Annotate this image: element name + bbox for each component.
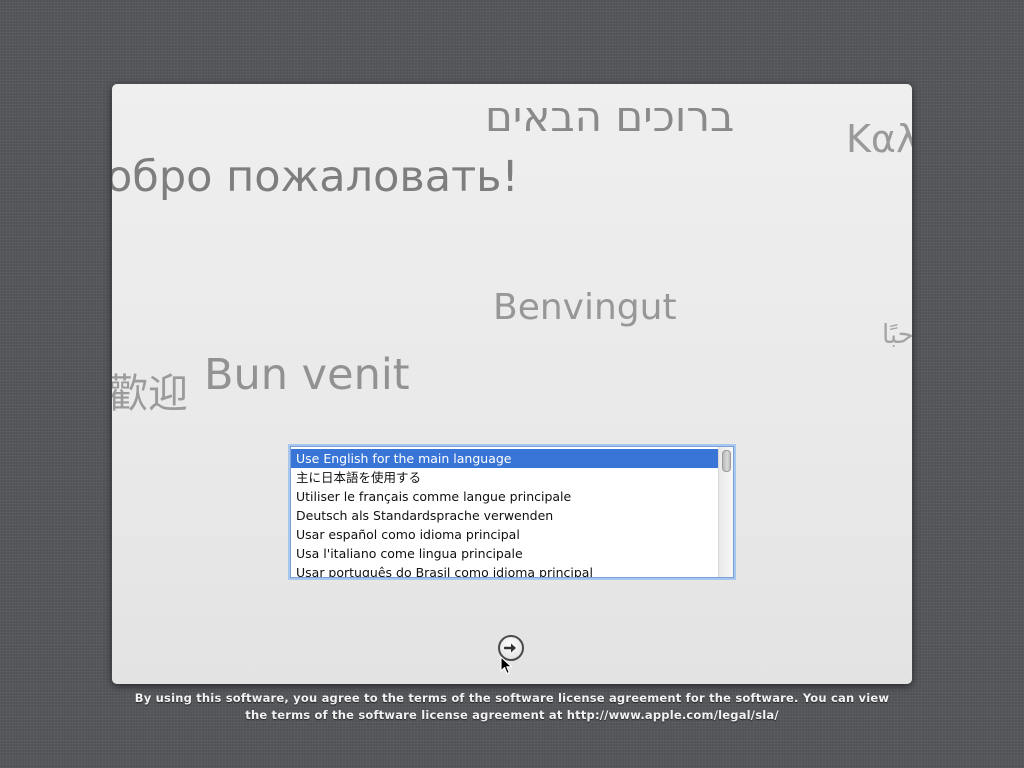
language-option-spanish[interactable]: Usar español como idioma principal bbox=[291, 525, 719, 544]
welcome-romanian: Bun venit bbox=[204, 350, 410, 400]
language-option-italian[interactable]: Usa l'italiano come lingua principale bbox=[291, 544, 719, 563]
welcome-hebrew: ברוכים הבאים bbox=[485, 92, 735, 141]
welcome-arabic: حبًا bbox=[882, 320, 912, 350]
welcome-chinese: 歡迎 bbox=[112, 371, 188, 417]
right-arrow-icon bbox=[504, 643, 516, 653]
welcome-catalan: Benvingut bbox=[493, 287, 677, 328]
scrollbar-thumb[interactable] bbox=[722, 450, 731, 472]
language-option-english[interactable]: Use English for the main language bbox=[291, 449, 719, 468]
language-list-rows: Use English for the main language 主に日本語を… bbox=[291, 449, 719, 577]
welcome-greek: Καλ bbox=[846, 117, 912, 161]
welcome-russian: обро пожаловать! bbox=[112, 152, 519, 202]
license-line-1: By using this software, you agree to the… bbox=[134, 691, 890, 705]
license-line-2: the terms of the software license agreem… bbox=[245, 708, 779, 722]
language-option-german[interactable]: Deutsch als Standardsprache verwenden bbox=[291, 506, 719, 525]
mouse-pointer-icon bbox=[500, 656, 513, 675]
language-option-japanese[interactable]: 主に日本語を使用する bbox=[291, 468, 719, 487]
language-list[interactable]: Use English for the main language 主に日本語を… bbox=[290, 446, 734, 578]
language-list-scrollbar[interactable] bbox=[718, 447, 733, 577]
language-option-portuguese-brazil[interactable]: Usar português do Brasil como idioma pri… bbox=[291, 563, 719, 577]
license-notice: By using this software, you agree to the… bbox=[112, 690, 912, 724]
installer-panel: ברוכים הבאים обро пожаловать! Καλ Benvin… bbox=[112, 84, 912, 684]
language-option-french[interactable]: Utiliser le français comme langue princi… bbox=[291, 487, 719, 506]
